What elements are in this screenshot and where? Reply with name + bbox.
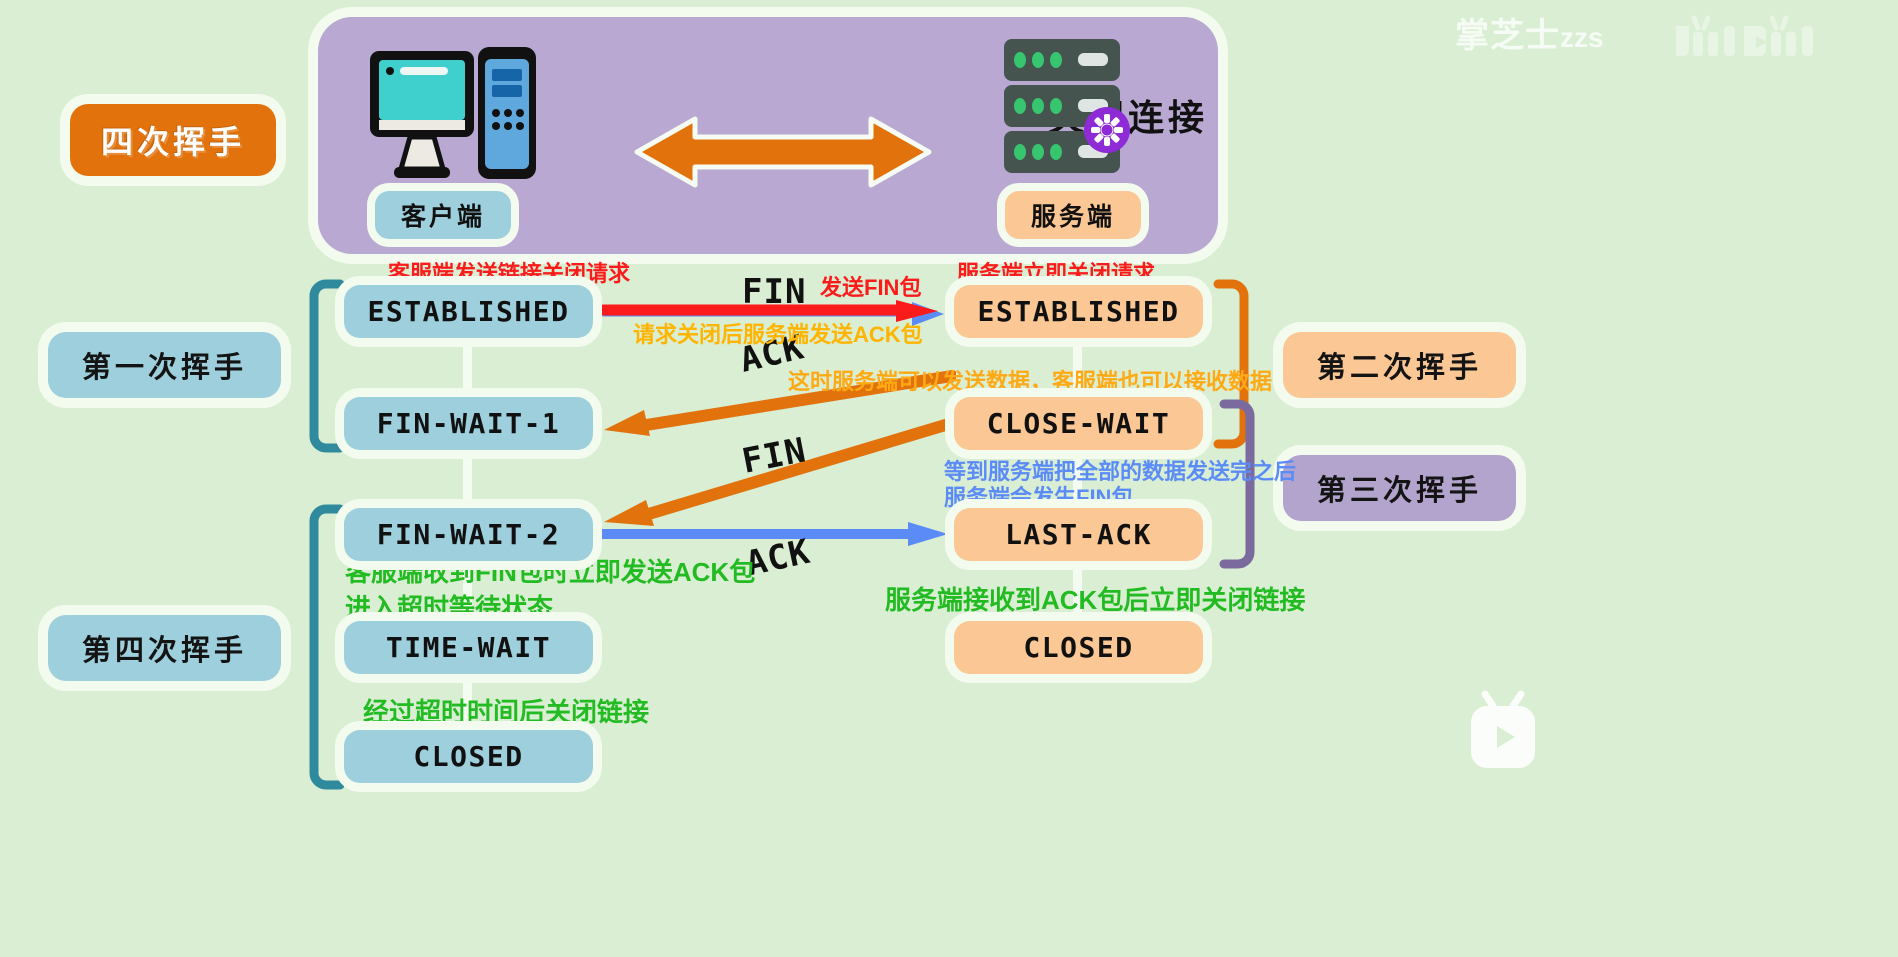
client-state-time-wait: TIME-WAIT bbox=[344, 621, 593, 674]
client-state-closed: CLOSED bbox=[344, 730, 593, 783]
annotation-client-timeout-close: 经过超时时间后关闭链接 bbox=[363, 697, 650, 727]
bilibili-player-icon bbox=[1471, 690, 1535, 768]
annotation-server-finish-line1: 等到服务端把全部的数据发送完之后 bbox=[944, 459, 1297, 484]
server-state-established: ESTABLISHED bbox=[954, 285, 1203, 338]
client-state-established: ESTABLISHED bbox=[344, 285, 593, 338]
stage-label-fourth: 第四次挥手 bbox=[48, 615, 281, 681]
client-state-fin-wait-1: FIN-WAIT-1 bbox=[344, 397, 593, 450]
watermark-name: 掌芝士 bbox=[1455, 17, 1560, 55]
annotation-client-ack-line2: 进入超时等待状态 bbox=[345, 593, 554, 623]
stage-label-third: 第三次挥手 bbox=[1283, 455, 1516, 521]
client-state-fin-wait-2: FIN-WAIT-2 bbox=[344, 508, 593, 561]
double-headed-arrow-icon bbox=[634, 116, 932, 188]
annotation-server-close-on-ack: 服务端接收到ACK包后立即关闭链接 bbox=[885, 585, 1306, 615]
annotation-client-ack-line1: 客服端收到FIN包时立即发送ACK包 bbox=[345, 557, 756, 587]
server-state-close-wait: CLOSE-WAIT bbox=[954, 397, 1203, 450]
packet-label-fin-1: FIN bbox=[742, 272, 807, 312]
annotation-client-close-request: 客服端发送链接关闭请求 bbox=[388, 261, 631, 286]
annotation-server-can-send-data: 这时服务端可以发送数据，客服端也可以接收数据 bbox=[788, 369, 1273, 394]
annotation-server-finish-line2: 服务端会发生FIN包 bbox=[944, 485, 1134, 510]
stage-label-second: 第二次挥手 bbox=[1283, 332, 1516, 398]
stage-label-first: 第一次挥手 bbox=[48, 332, 281, 398]
annotation-send-fin-packet: 发送FIN包 bbox=[820, 275, 922, 300]
bottom-caption bbox=[300, 938, 1300, 957]
diagram-canvas: 掌芝士zzs 客户端 关闭连接 服务端 四次挥手 第一次挥手 第四次挥手 第二次… bbox=[0, 0, 1898, 957]
channel-watermark: 掌芝士zzs bbox=[1455, 8, 1604, 57]
connection-close-panel: 客户端 关闭连接 服务端 bbox=[318, 17, 1218, 254]
client-endpoint-label: 客户端 bbox=[375, 191, 512, 239]
server-endpoint-label: 服务端 bbox=[1005, 191, 1142, 239]
server-rack-icon bbox=[1004, 39, 1130, 173]
bracket-fourth-handshake bbox=[309, 504, 344, 790]
server-state-last-ack: LAST-ACK bbox=[954, 508, 1203, 561]
desktop-computer-icon bbox=[370, 47, 536, 179]
stage-label-main: 四次挥手 bbox=[70, 104, 276, 176]
annotation-server-close-request: 服务端立即关闭请求 bbox=[957, 261, 1156, 286]
server-state-closed: CLOSED bbox=[954, 621, 1203, 674]
bracket-first-handshake bbox=[309, 279, 344, 453]
annotation-server-sends-ack: 请求关闭后服务端发送ACK包 bbox=[633, 322, 923, 347]
bilibili-logo-icon bbox=[1676, 15, 1813, 56]
watermark-suffix: zzs bbox=[1560, 22, 1604, 53]
